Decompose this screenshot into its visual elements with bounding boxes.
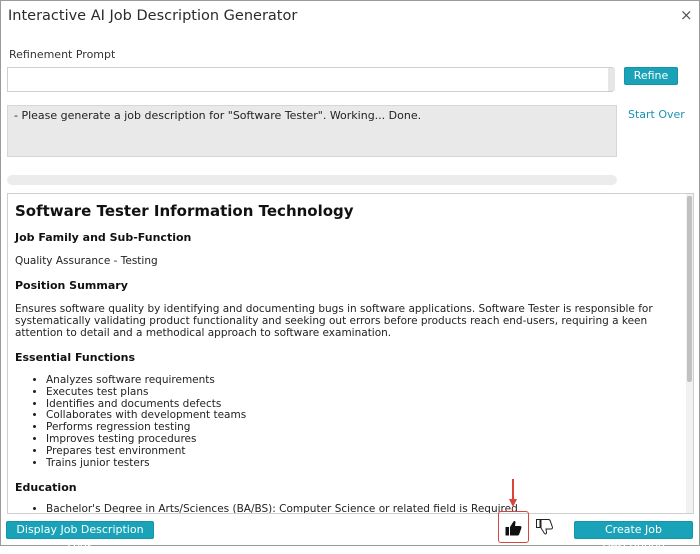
position-summary-text: Ensures software quality by identifying … <box>15 303 653 339</box>
list-item: Prepares test environment <box>46 445 246 458</box>
refinement-prompt-label: Refinement Prompt <box>9 48 116 61</box>
display-logs-button[interactable]: Display Job Description Logs <box>6 521 154 552</box>
create-job-description-button[interactable]: Create Job Description <box>574 521 693 552</box>
start-over-link[interactable]: Start Over <box>628 108 685 121</box>
scrollbar-thumb[interactable] <box>687 196 692 382</box>
job-family-heading: Job Family and Sub-Function <box>15 231 192 244</box>
thumbs-up-button[interactable] <box>498 511 529 543</box>
content-scrollbar[interactable] <box>686 194 693 513</box>
dialog-title: Interactive AI Job Description Generator <box>8 8 298 24</box>
list-item: Bachelor's Degree in Arts/Sciences (BA/B… <box>46 503 518 513</box>
list-item: Executes test plans <box>46 386 246 399</box>
thumbs-down-icon <box>536 519 553 535</box>
red-arrow-annotation <box>509 479 517 507</box>
essential-functions-heading: Essential Functions <box>15 351 136 364</box>
education-list: Bachelor's Degree in Arts/Sciences (BA/B… <box>15 503 518 513</box>
document-title: Software Tester Information Technology <box>15 202 354 220</box>
essential-functions-list: Analyzes software requirements Executes … <box>15 374 246 470</box>
list-item: Trains junior testers <box>46 457 246 470</box>
close-icon[interactable]: × <box>680 7 693 23</box>
refinement-prompt-input[interactable] <box>7 67 613 92</box>
job-description-dialog: Interactive AI Job Description Generator… <box>0 0 700 552</box>
prompt-scrollbar[interactable] <box>608 68 615 91</box>
progress-bar <box>7 175 617 185</box>
job-description-content[interactable]: Software Tester Information Technology J… <box>7 193 694 514</box>
thumbs-up-icon <box>505 520 522 536</box>
position-summary-heading: Position Summary <box>15 279 128 292</box>
status-log: - Please generate a job description for … <box>7 105 617 157</box>
thumbs-down-button[interactable] <box>536 519 553 539</box>
list-item: Improves testing procedures <box>46 433 246 446</box>
refine-button[interactable]: Refine <box>624 67 678 85</box>
education-heading: Education <box>15 481 77 494</box>
job-family-text: Quality Assurance - Testing <box>15 255 158 267</box>
